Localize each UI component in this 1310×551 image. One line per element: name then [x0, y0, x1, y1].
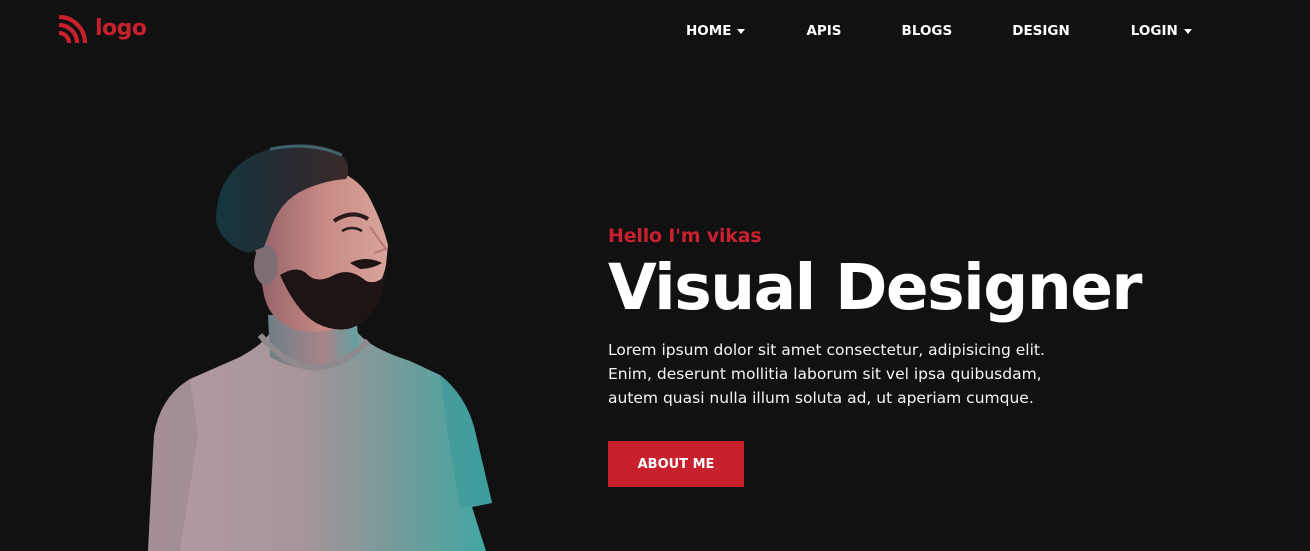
chevron-down-icon [737, 28, 746, 34]
portrait-image [148, 144, 492, 551]
nav-home-label: HOME [686, 23, 732, 39]
nav-blogs-label: BLOGS [901, 23, 953, 39]
main-nav: HOME APIS BLOGS DESIGN LOGIN [686, 20, 1192, 42]
nav-home[interactable]: HOME [686, 23, 746, 39]
hero-title: Visual Designer [608, 251, 1143, 324]
nav-apis-label: APIS [806, 23, 842, 39]
hero-section: Hello I'm vikas Visual Designer Lorem ip… [608, 222, 1248, 487]
nav-design-label: DESIGN [1012, 23, 1070, 39]
nav-login[interactable]: LOGIN [1131, 23, 1192, 39]
hero-description: Lorem ipsum dolor sit amet consectetur, … [608, 341, 1045, 407]
site-header: logo HOME APIS BLOGS DESIGN LOGIN [0, 0, 1310, 60]
nav-blogs[interactable]: BLOGS [902, 23, 953, 39]
hero-greeting: Hello I'm vikas [608, 225, 762, 247]
nav-design[interactable]: DESIGN [1012, 23, 1070, 39]
nav-login-label: LOGIN [1130, 23, 1178, 39]
logo-link[interactable]: logo [57, 13, 147, 45]
logo-text: logo [95, 16, 147, 41]
nav-apis[interactable]: APIS [806, 23, 841, 39]
chevron-down-icon [1183, 28, 1192, 34]
wifi-signal-icon [58, 14, 88, 44]
about-me-button[interactable]: ABOUT ME [608, 441, 744, 487]
logo-arcs [58, 14, 88, 44]
